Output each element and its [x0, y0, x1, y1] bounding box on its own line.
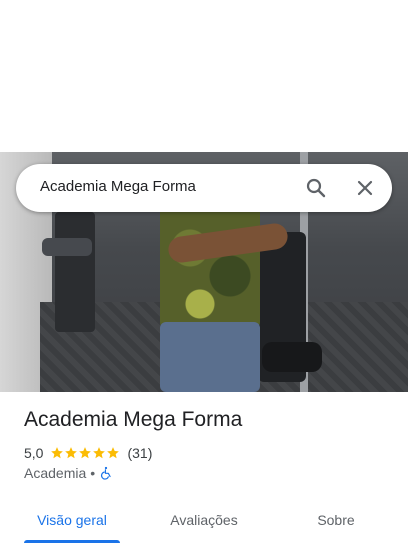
star-icon — [107, 447, 120, 459]
star-icon — [65, 447, 78, 459]
tab-about[interactable]: Sobre — [290, 496, 382, 544]
category-row: Academia • — [24, 465, 113, 481]
review-count[interactable]: (31) — [127, 445, 152, 461]
photo-pad-left — [42, 238, 92, 256]
close-icon[interactable] — [353, 176, 377, 200]
rating-value: 5,0 — [24, 445, 44, 461]
tab-overview[interactable]: Visão geral — [24, 496, 120, 544]
star-rating — [50, 446, 120, 460]
search-icon[interactable] — [304, 176, 328, 200]
place-tabs: Visão geral Avaliações Sobre — [0, 496, 408, 544]
active-tab-indicator — [24, 540, 120, 543]
search-input[interactable]: Academia Mega Forma — [40, 178, 196, 195]
photo-person-shirt — [160, 192, 260, 332]
place-category: Academia — [24, 465, 87, 481]
search-bar[interactable]: Academia Mega Forma — [16, 164, 392, 212]
wheelchair-icon — [101, 466, 111, 480]
photo-person-shorts — [160, 322, 260, 392]
star-icon — [93, 447, 106, 459]
star-icon — [79, 447, 92, 459]
photo-seat-right — [262, 342, 322, 372]
place-title: Academia Mega Forma — [24, 408, 243, 431]
tab-reviews[interactable]: Avaliações — [154, 496, 254, 544]
separator-dot: • — [90, 465, 96, 481]
photo-machine-left — [55, 212, 95, 332]
rating-row[interactable]: 5,0 (31) — [24, 444, 152, 462]
map-area-blank — [0, 0, 408, 152]
star-icon — [51, 447, 64, 459]
